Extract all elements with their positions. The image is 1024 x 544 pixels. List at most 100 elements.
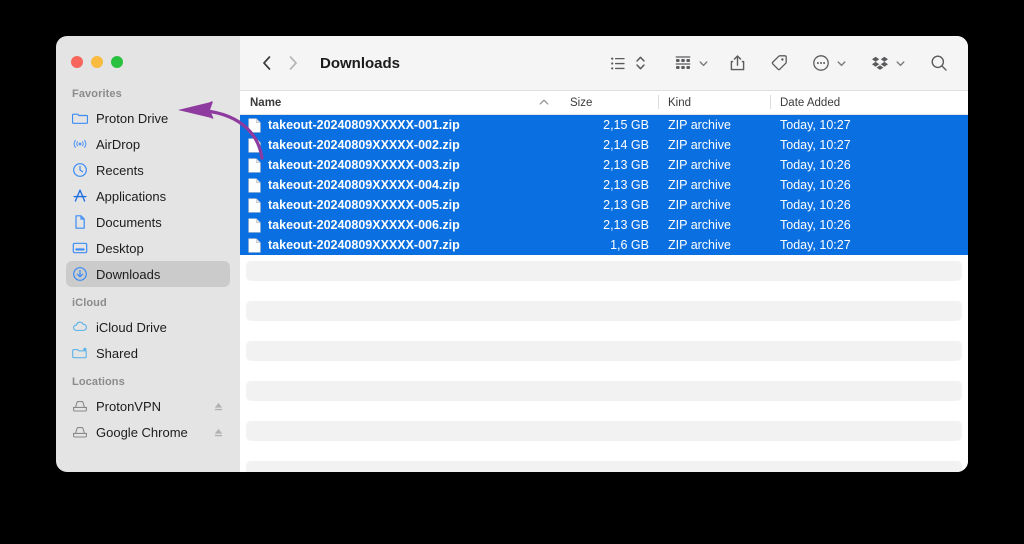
share-icon[interactable] <box>725 50 750 76</box>
cell-size: 2,13 GB <box>603 158 649 172</box>
sidebar-section-locations: Locations <box>72 376 125 388</box>
cell-date-added: Today, 10:27 <box>780 238 851 252</box>
column-header-date-added[interactable]: Date Added <box>770 91 968 114</box>
table-row[interactable]: takeout-20240809XXXXX-007.zip 1,6 GB ZIP a… <box>240 235 968 255</box>
zip-file-icon <box>248 217 261 233</box>
applications-icon <box>73 189 87 202</box>
view-controls <box>606 50 650 76</box>
sidebar-group-icloud: iCloud Drive Shared <box>56 314 240 366</box>
folder-icon <box>72 113 88 124</box>
document-icon <box>75 215 85 229</box>
sidebar-item-protonvpn[interactable]: ProtonVPN <box>66 393 230 419</box>
cell-kind: ZIP archive <box>668 118 731 132</box>
page-title: Downloads <box>320 54 401 72</box>
sidebar-item-desktop[interactable]: Desktop <box>66 235 230 261</box>
group-by-control[interactable] <box>670 50 709 76</box>
cell-kind: ZIP archive <box>668 238 731 252</box>
sidebar-item-shared[interactable]: Shared <box>66 340 230 366</box>
table-row[interactable]: takeout-20240809XXXXX-003.zip 2,13 GB ZIP … <box>240 155 968 175</box>
group-by-icon[interactable] <box>670 50 696 76</box>
maximize-button[interactable] <box>111 56 123 68</box>
cell-size: 2,13 GB <box>603 198 649 212</box>
file-list-header: Name Size Kind Date Added <box>240 91 968 115</box>
file-name-label: takeout-20240809XXXXX-007.zip <box>268 238 460 252</box>
search-icon[interactable] <box>926 50 952 76</box>
chevron-down-icon <box>896 60 905 66</box>
screen-backdrop: Favorites Proton Drive AirDrop Recents A… <box>0 0 1024 544</box>
sidebar-group-favorites: Proton Drive AirDrop Recents Application… <box>56 105 240 287</box>
table-row[interactable]: takeout-20240809XXXXX-005.zip 2,13 GB ZIP … <box>240 195 968 215</box>
table-row[interactable]: takeout-20240809XXXXX-006.zip 2,13 GB ZIP … <box>240 215 968 235</box>
close-button[interactable] <box>71 56 83 68</box>
cell-name: takeout-20240809XXXXX-001.zip <box>240 115 560 135</box>
zip-file-icon <box>248 197 261 213</box>
chevron-right-icon <box>289 56 297 70</box>
table-row[interactable]: takeout-20240809XXXXX-004.zip 2,13 GB ZIP … <box>240 175 968 195</box>
more-options-icon[interactable] <box>808 50 834 76</box>
sidebar-item-documents[interactable]: Documents <box>66 209 230 235</box>
file-name-label: takeout-20240809XXXXX-005.zip <box>268 198 460 212</box>
file-name-label: takeout-20240809XXXXX-004.zip <box>268 178 460 192</box>
tag-icon[interactable] <box>766 50 792 76</box>
cell-name: takeout-20240809XXXXX-005.zip <box>240 195 560 215</box>
cell-size: 2,13 GB <box>603 218 649 232</box>
sidebar-item-label: Shared <box>96 345 138 361</box>
cell-kind: ZIP archive <box>668 218 731 232</box>
airdrop-icon <box>73 139 87 148</box>
sidebar-item-label: Proton Drive <box>96 110 169 126</box>
eject-icon[interactable] <box>213 401 224 412</box>
grid-rows-icon <box>675 55 691 69</box>
column-header-name[interactable]: Name <box>240 91 560 114</box>
sidebar-item-downloads[interactable]: Downloads <box>66 261 230 287</box>
back-button[interactable] <box>254 50 280 76</box>
window-controls <box>56 44 240 78</box>
sidebar-group-locations: ProtonVPN Google Chrome <box>56 393 240 445</box>
view-list-icon[interactable] <box>606 50 631 76</box>
clock-icon <box>73 163 87 177</box>
minimize-button[interactable] <box>91 56 103 68</box>
dropbox-control[interactable] <box>867 50 906 76</box>
sidebar-item-label: Documents <box>96 214 162 230</box>
sort-order-icon[interactable] <box>631 50 650 76</box>
cell-date-added: Today, 10:27 <box>780 138 851 152</box>
sidebar-item-proton-drive[interactable]: Proton Drive <box>66 105 230 131</box>
cell-name: takeout-20240809XXXXX-002.zip <box>240 135 560 155</box>
sidebar-section-favorites: Favorites <box>72 88 122 100</box>
chevron-down-icon <box>699 60 708 66</box>
disk-icon <box>73 401 87 412</box>
zip-file-icon <box>248 157 261 173</box>
finder-window: Favorites Proton Drive AirDrop Recents A… <box>56 36 968 472</box>
table-row[interactable]: takeout-20240809XXXXX-001.zip 2,15 GB ZIP … <box>240 115 968 135</box>
more-options-control[interactable] <box>808 50 847 76</box>
sidebar-item-google-chrome[interactable]: Google Chrome <box>66 419 230 445</box>
list-icon <box>611 57 625 69</box>
desktop-icon <box>72 242 88 254</box>
sidebar-item-label: Desktop <box>96 240 144 256</box>
dropbox-icon[interactable] <box>867 50 893 76</box>
eject-icon[interactable] <box>213 427 224 438</box>
table-row[interactable]: takeout-20240809XXXXX-002.zip 2,14 GB ZIP … <box>240 135 968 155</box>
disk-icon <box>73 427 87 438</box>
sidebar-item-applications[interactable]: Applications <box>66 183 230 209</box>
empty-row-stripe <box>246 421 962 441</box>
zip-file-icon <box>248 137 261 153</box>
sidebar-item-label: Recents <box>96 162 144 178</box>
column-header-kind[interactable]: Kind <box>658 91 770 114</box>
forward-button[interactable] <box>280 50 306 76</box>
sidebar-item-airdrop[interactable]: AirDrop <box>66 131 230 157</box>
cell-size: 2,15 GB <box>603 118 649 132</box>
cell-size: 2,13 GB <box>603 178 649 192</box>
share-arrow-icon <box>730 55 745 71</box>
sidebar-item-label: iCloud Drive <box>96 319 167 335</box>
cell-name: takeout-20240809XXXXX-007.zip <box>240 235 560 255</box>
downloads-icon <box>73 267 87 281</box>
column-header-size[interactable]: Size <box>560 91 658 114</box>
cell-date-added: Today, 10:26 <box>780 198 851 212</box>
empty-row-stripe <box>246 261 962 281</box>
chevron-left-icon <box>263 56 271 70</box>
shared-folder-icon <box>72 347 87 359</box>
chevron-down-icon <box>837 60 846 66</box>
sidebar-item-icloud-drive[interactable]: iCloud Drive <box>66 314 230 340</box>
sidebar-item-recents[interactable]: Recents <box>66 157 230 183</box>
zip-file-icon <box>248 177 261 193</box>
